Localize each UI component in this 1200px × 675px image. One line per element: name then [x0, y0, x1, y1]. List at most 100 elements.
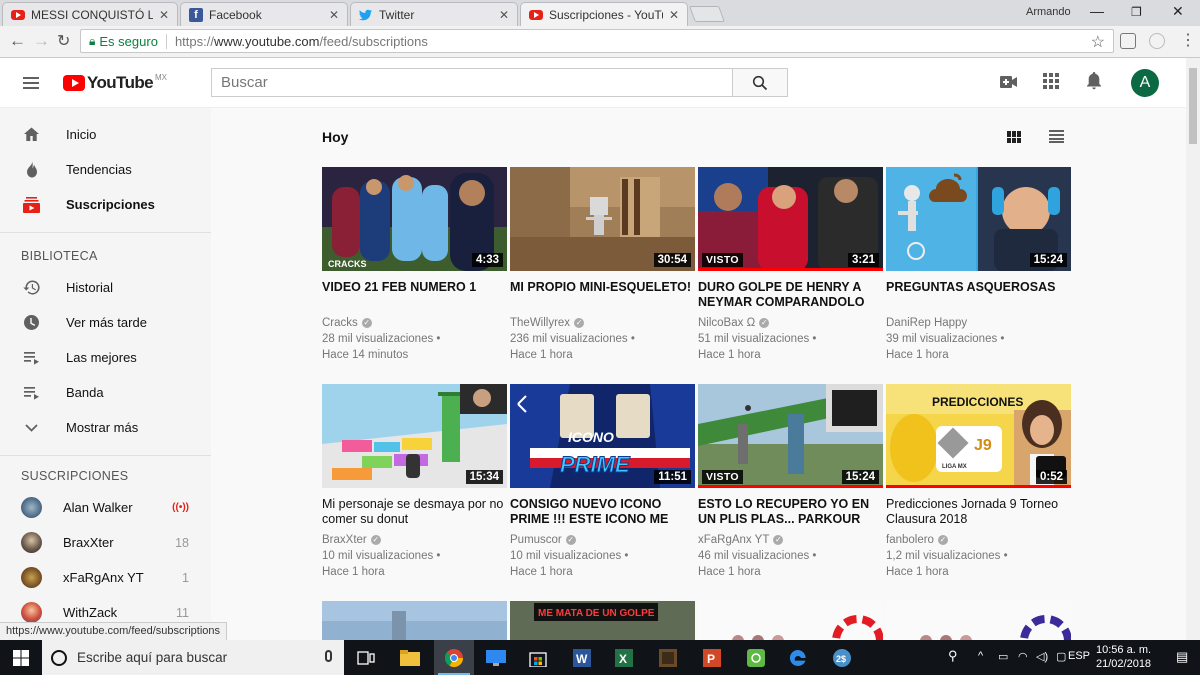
app-circle-icon[interactable]: 2$	[822, 640, 862, 675]
video-title[interactable]: ESTO LO RECUPERO YO EN UN PLIS PLAS... P…	[698, 497, 883, 527]
reload-icon[interactable]: ↻	[57, 31, 70, 51]
video-card[interactable]: VISTO 15:24 ESTO LO RECUPERO YO EN UN PL…	[698, 384, 883, 580]
forward-icon[interactable]: →	[33, 31, 50, 51]
video-thumbnail[interactable]	[698, 601, 883, 640]
channel-name[interactable]: NilcoBax Ω	[698, 317, 755, 329]
video-card[interactable]: PREDICCIONES J9 LIGA MX 0:52 Prediccione…	[886, 384, 1071, 580]
video-thumbnail[interactable]: VISTO 3:21	[698, 167, 883, 271]
channel-name[interactable]: Cracks	[322, 317, 358, 329]
wifi-icon[interactable]: ◠	[1018, 650, 1028, 663]
sidebar-item-ver-mas-tarde[interactable]: Ver más tarde	[0, 305, 211, 340]
close-tab-icon[interactable]: ✕	[499, 8, 509, 22]
camera-app-icon[interactable]	[736, 640, 776, 675]
video-thumbnail[interactable]: PREDICCIONES J9 LIGA MX 0:52	[886, 384, 1071, 488]
search-button[interactable]	[732, 68, 788, 97]
edge-icon[interactable]	[778, 640, 818, 675]
video-card[interactable]: VISTO 3:21 DURO GOLPE DE HENRY A NEYMAR …	[698, 167, 883, 363]
account-avatar[interactable]: A	[1131, 69, 1159, 97]
video-card[interactable]: ME MATA DE UN GOLPE	[510, 601, 695, 640]
subscription-item[interactable]: xFaRgAnx YT 1	[0, 560, 211, 595]
sidebar-item-historial[interactable]: Historial	[0, 270, 211, 305]
apps-grid-icon[interactable]	[1043, 73, 1059, 89]
battery-icon[interactable]: ▭	[998, 650, 1008, 663]
close-tab-icon[interactable]: ✕	[159, 8, 169, 22]
list-view-icon[interactable]	[1049, 130, 1064, 143]
channel-name[interactable]: fanbolero	[886, 534, 934, 546]
video-thumbnail[interactable]: 15:24	[886, 167, 1071, 271]
tray-chevron-icon[interactable]: ^	[978, 650, 983, 662]
page-scrollbar[interactable]	[1186, 58, 1200, 640]
video-card[interactable]: 15:34 Mi personaje se desmaya por no com…	[322, 384, 507, 580]
excel-icon[interactable]: X	[604, 640, 644, 675]
video-title[interactable]: Mi personaje se desmaya por no comer su …	[322, 497, 507, 527]
video-thumbnail[interactable]: VISTO 15:24	[698, 384, 883, 488]
grid-view-icon[interactable]	[1007, 131, 1021, 143]
back-icon[interactable]: ←	[9, 31, 26, 51]
game-app-icon[interactable]	[648, 640, 688, 675]
subscription-item[interactable]: BraxXter 18	[0, 525, 211, 560]
channel-name[interactable]: BraxXter	[322, 534, 367, 546]
upload-video-icon[interactable]	[1000, 75, 1018, 89]
video-thumbnail[interactable]: ME MATA DE UN GOLPE	[510, 601, 695, 640]
sidebar-item-suscripciones[interactable]: Suscripciones	[0, 187, 211, 222]
profile-name[interactable]: Armando	[1026, 6, 1071, 18]
volume-icon[interactable]: ◁)	[1036, 650, 1048, 663]
notifications-bell-icon[interactable]	[1086, 72, 1102, 91]
people-icon[interactable]: ⚲	[948, 648, 958, 664]
extension-circle-icon[interactable]	[1149, 33, 1165, 49]
new-tab-button[interactable]	[689, 6, 725, 22]
video-thumbnail[interactable]: CRACKS 4:33	[322, 167, 507, 271]
video-card[interactable]: ICONO PRIME 11:51 CONSIGO NUEVO ICONO PR…	[510, 384, 695, 580]
taskbar-clock[interactable]: 10:56 a. m. 21/02/2018	[1096, 643, 1151, 671]
search-input[interactable]	[221, 74, 732, 91]
restore-icon[interactable]: ❐	[1131, 5, 1142, 19]
desktop-app-icon[interactable]	[476, 640, 516, 675]
video-card[interactable]: 30:54 MI PROPIO MINI-ESQUELETO! TheWilly…	[510, 167, 695, 363]
video-thumbnail[interactable]: ICONO PRIME 11:51	[510, 384, 695, 488]
video-card[interactable]	[322, 601, 507, 640]
hamburger-menu-icon[interactable]	[23, 77, 39, 89]
powerpoint-icon[interactable]: P	[692, 640, 732, 675]
action-center-icon[interactable]: ▤	[1176, 649, 1188, 665]
store-icon[interactable]	[518, 640, 558, 675]
video-title[interactable]: MI PROPIO MINI-ESQUELETO!	[510, 280, 695, 310]
video-thumbnail[interactable]	[322, 601, 507, 640]
notification-icon[interactable]: ▢	[1056, 650, 1066, 663]
taskbar-search-box[interactable]: Escribe aquí para buscar	[42, 640, 344, 675]
sidebar-item-las-mejores[interactable]: Las mejores	[0, 340, 211, 375]
channel-name[interactable]: Pumuscor	[510, 534, 562, 546]
close-window-icon[interactable]: ✕	[1172, 3, 1184, 20]
scrollbar-thumb[interactable]	[1189, 68, 1197, 144]
sidebar-item-mostrar-mas[interactable]: Mostrar más	[0, 410, 211, 445]
video-card[interactable]: CRACKS 4:33 VIDEO 21 FEB NUMERO 1 Cracks…	[322, 167, 507, 363]
chrome-menu-icon[interactable]: ⋮	[1180, 30, 1196, 50]
channel-name[interactable]: TheWillyrex	[510, 317, 570, 329]
video-card[interactable]	[886, 601, 1071, 640]
video-title[interactable]: CONSIGO NUEVO ICONO PRIME !!! ESTE ICONO…	[510, 497, 695, 527]
start-button[interactable]	[0, 640, 42, 675]
input-language[interactable]: ESP	[1068, 650, 1090, 662]
sidebar-item-tendencias[interactable]: Tendencias	[0, 152, 211, 187]
close-tab-icon[interactable]: ✕	[329, 8, 339, 22]
video-title[interactable]: PREGUNTAS ASQUEROSAS	[886, 280, 1071, 310]
browser-tab[interactable]: Twitter ✕	[350, 2, 518, 26]
browser-tab-active[interactable]: Suscripciones - YouTube ✕	[520, 2, 688, 27]
video-thumbnail[interactable]	[886, 601, 1071, 640]
video-thumbnail[interactable]: 15:34	[322, 384, 507, 488]
video-card[interactable]: 15:24 PREGUNTAS ASQUEROSAS DaniRep Happy…	[886, 167, 1071, 363]
channel-name[interactable]: DaniRep Happy	[886, 317, 967, 329]
close-tab-icon[interactable]: ✕	[669, 8, 679, 22]
task-view-icon[interactable]	[346, 640, 386, 675]
bookmark-star-icon[interactable]: ☆	[1091, 32, 1105, 52]
address-bar[interactable]: 🔒︎ Es seguro https://www.youtube.com/fee…	[80, 29, 1114, 53]
url-text[interactable]: https://www.youtube.com/feed/subscriptio…	[175, 34, 428, 49]
video-thumbnail[interactable]: 30:54	[510, 167, 695, 271]
sidebar-item-inicio[interactable]: Inicio	[0, 117, 211, 152]
video-card[interactable]	[698, 601, 883, 640]
video-title[interactable]: Predicciones Jornada 9 Torneo Clausura 2…	[886, 497, 1071, 527]
browser-tab[interactable]: f Facebook ✕	[180, 2, 348, 26]
chrome-taskbar-icon[interactable]	[434, 640, 474, 675]
extension-icon[interactable]	[1120, 33, 1136, 49]
word-icon[interactable]: W	[562, 640, 602, 675]
file-explorer-icon[interactable]	[390, 640, 430, 675]
